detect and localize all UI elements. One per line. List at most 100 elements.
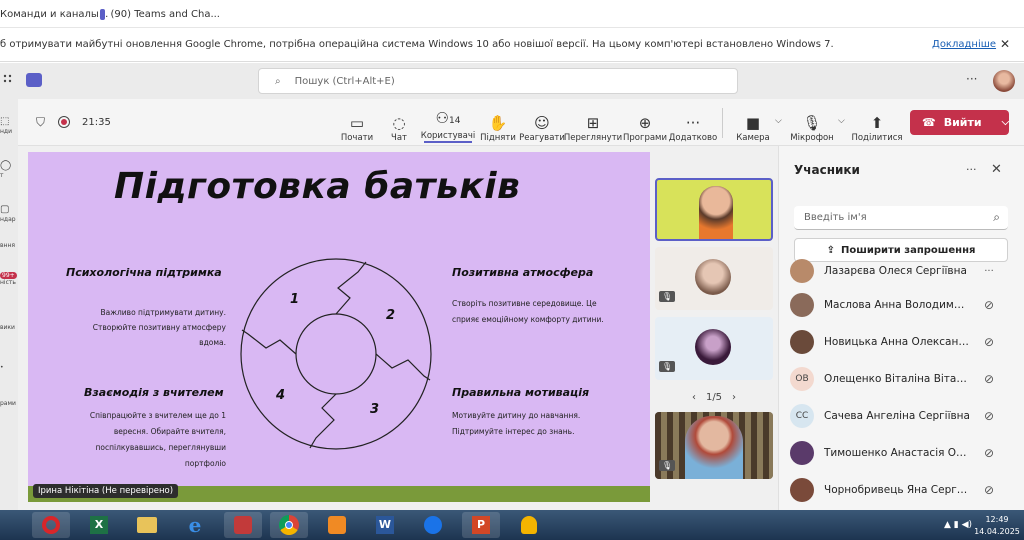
rail-item-apps[interactable]: рами [0, 392, 18, 426]
rail-item-files[interactable]: вики [0, 318, 18, 358]
participant-row[interactable]: Новицька Анна Олександрі... ⊘ [790, 325, 1020, 359]
participant-row[interactable]: Чорнобривець Яна Сергіївна ⊘ [790, 473, 1020, 507]
smile-icon: ☺ [534, 114, 550, 132]
rail-item-chat[interactable]: ◯ т [0, 154, 18, 198]
file-explorer-icon[interactable] [128, 512, 166, 538]
teamviewer-icon[interactable] [414, 512, 452, 538]
slide-title: Підготовка батьків [114, 166, 521, 207]
tray-icons[interactable]: ▲ ▮ ◀) [944, 520, 972, 530]
rail-items: ⬚ нди ◯ т ▢ ндар вння 99+ ність вики • рами [0, 110, 18, 426]
view-button[interactable]: ⊞ Переглянути [564, 105, 622, 143]
participant-row[interactable]: Лазарєва Олеся Сергіївна ··· [790, 254, 1020, 288]
browser-tab-1[interactable]: Команди и каналы... [0, 0, 108, 28]
video-tile-participant[interactable]: 🎙 [655, 412, 773, 479]
powerpoint-icon[interactable]: P [462, 512, 500, 538]
participant-row[interactable]: Маслова Анна Володимирі... ⊘ [790, 288, 1020, 322]
participant-video [685, 416, 743, 479]
calendar-icon: ▢ [0, 204, 10, 215]
react-button[interactable]: ☺ Реагувати [519, 105, 565, 143]
system-clock[interactable]: 12:49 14.04.2025 [974, 514, 1020, 538]
more-options-icon[interactable]: ··· [966, 72, 977, 86]
mic-button[interactable]: 🎙 Мікрофон [790, 105, 833, 143]
rail-item-teams[interactable]: ⬚ нди [0, 110, 18, 154]
section-text: Мотивуйте дитину до навчання. Підтримуйт… [452, 411, 581, 436]
chevron-right-icon[interactable]: › [732, 392, 736, 403]
button-label: Поділитися [851, 133, 903, 143]
cycle-diagram [240, 258, 432, 450]
rail-label: ність [0, 279, 16, 287]
video-tile-presenter[interactable] [655, 178, 773, 241]
section-heading: Позитивна атмосфера [452, 266, 594, 279]
people-count: 14 [449, 116, 461, 126]
toolbar-divider [722, 108, 723, 138]
rail-item-more[interactable]: • [0, 358, 18, 392]
chevron-down-icon[interactable]: ⌵ [838, 116, 845, 126]
participant-name: Лазарєва Олеся Сергіївна [824, 265, 967, 277]
close-icon[interactable]: ✕ [991, 162, 1002, 177]
avatar: ОВ [790, 367, 814, 391]
share-content-button[interactable]: ⬆ Поділитися [851, 105, 903, 143]
video-tile-participant[interactable]: 🎙 [655, 317, 773, 380]
leave-button[interactable]: ☎ Вийти ⌵ [910, 110, 1009, 135]
chat-icon: ◌ [392, 114, 406, 132]
rail-label: ндар [0, 216, 16, 223]
grid-dots-icon[interactable] [2, 72, 16, 88]
excel-icon[interactable]: X [80, 512, 118, 538]
button-label: Почати [340, 133, 374, 143]
chevron-down-icon[interactable]: ⌵ [1002, 117, 1010, 128]
tab-label: (90) Teams and Cha... [110, 8, 220, 20]
section-heading: Психологічна підтримка [66, 266, 222, 279]
people-button[interactable]: ⚇14 Користувачі [421, 105, 475, 143]
participant-search-input[interactable]: Введіть ім'я ⌕ [794, 206, 1008, 230]
search-bar[interactable]: ⌕ Пошук (Ctrl+Alt+E) [258, 68, 738, 94]
participant-row[interactable]: ОВ Олещенко Віталіна Віталіївна ⊘ [790, 362, 1020, 396]
teams-logo-icon [100, 8, 106, 20]
video-tile-participant[interactable]: 🎙 [655, 247, 773, 310]
opera-icon[interactable] [32, 512, 70, 538]
internet-explorer-icon[interactable]: e [176, 512, 214, 538]
participant-name: Новицька Анна Олександрі... [824, 336, 970, 348]
mic-off-icon: ⊘ [983, 446, 995, 460]
browser-tab-2[interactable]: (90) Teams and Cha... [100, 0, 220, 28]
app-icon[interactable] [224, 512, 262, 538]
mic-off-icon: 🎙 [659, 291, 676, 302]
shield-icon[interactable]: ⛉ [36, 115, 45, 130]
media-player-icon[interactable] [318, 512, 356, 538]
section-heading: Правильна мотивація [452, 386, 590, 399]
mic-off-icon: 🎙 [659, 361, 676, 372]
rail-item-calls[interactable]: вння [0, 240, 18, 270]
chat-button[interactable]: ◌ Чат [385, 105, 413, 143]
rail-item-calendar[interactable]: ▢ ндар [0, 198, 18, 240]
participant-row[interactable]: Тимошенко Анастасія Олек... ⊘ [790, 436, 1020, 470]
raise-hand-button[interactable]: ✋ Підняти [480, 105, 516, 143]
more-options-icon[interactable]: ··· [980, 266, 998, 277]
mic-off-icon: ⊘ [983, 409, 995, 423]
cycle-number: 2 [386, 308, 396, 323]
close-icon[interactable]: ✕ [1000, 37, 1010, 51]
participant-row[interactable]: СС Сачева Ангеліна Сергіївна ⊘ [790, 399, 1020, 433]
infobar-details-link[interactable]: Докладніше [932, 39, 996, 50]
chrome-icon[interactable] [270, 512, 308, 538]
more-button[interactable]: ··· Додатково [669, 105, 717, 143]
apps-button[interactable]: ⊕ Програми [623, 105, 667, 143]
rail-label: т [0, 172, 4, 179]
user-avatar[interactable] [993, 70, 1015, 92]
camera-button[interactable]: ■ Камера [734, 105, 772, 143]
chevron-down-icon[interactable]: ⌵ [775, 116, 782, 126]
chevron-left-icon[interactable]: ‹ [692, 392, 696, 403]
more-options-icon[interactable]: ··· [966, 163, 977, 176]
share-icon: ▭ [349, 114, 365, 132]
rail-item-activity[interactable]: 99+ ність [0, 270, 18, 318]
mic-off-icon: ⊘ [983, 298, 995, 312]
cycle-number: 1 [290, 292, 300, 307]
share-button[interactable]: ▭ Почати [340, 105, 374, 143]
rail-label: вння [0, 242, 15, 249]
button-label: Камера [736, 133, 770, 143]
people-icon: ⬚ [0, 116, 10, 127]
word-icon[interactable]: W [366, 512, 404, 538]
vpn-icon[interactable] [510, 512, 548, 538]
participant-video [699, 186, 733, 239]
avatar [790, 259, 814, 283]
participant-name: Маслова Анна Володимирі... [824, 299, 970, 311]
avatar [790, 478, 814, 502]
